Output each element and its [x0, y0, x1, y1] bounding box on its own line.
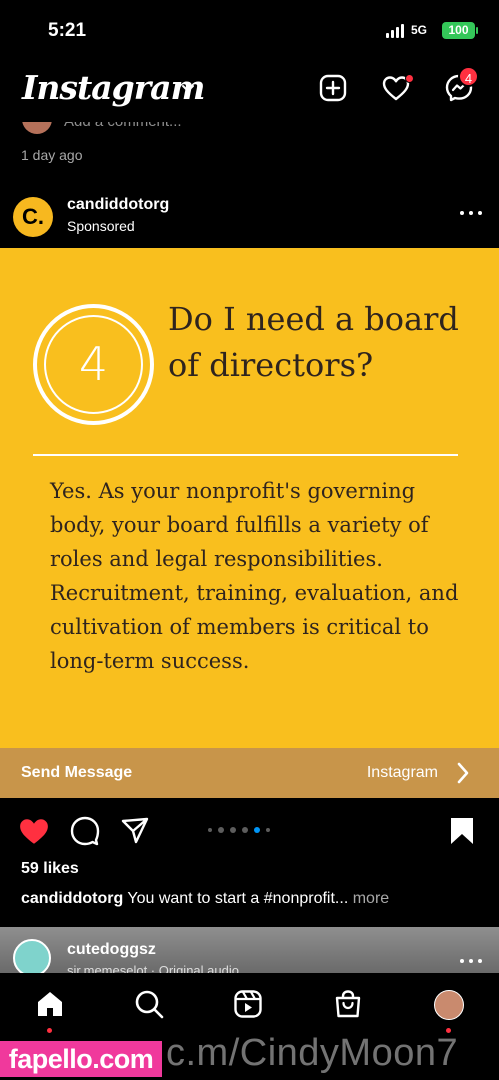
ad-question: Do I need a board of directors? [168, 300, 459, 384]
send-message-cta[interactable]: Send Message Instagram [0, 748, 499, 798]
caption-username[interactable]: candiddotorg [21, 890, 123, 907]
caption-text: You want to start a #nonprofit... [127, 890, 349, 907]
home-icon[interactable] [35, 989, 65, 1019]
post-caption: candiddotorg You want to start a #nonpro… [21, 890, 491, 908]
profile-avatar[interactable] [434, 990, 464, 1020]
likes-count[interactable]: 59 likes [21, 860, 79, 878]
search-icon[interactable] [134, 989, 164, 1019]
more-icon[interactable] [460, 211, 482, 217]
new-post-icon[interactable] [318, 73, 348, 103]
more-icon[interactable] [460, 959, 482, 965]
cta-destination: Instagram [366, 764, 438, 781]
home-active-dot [47, 1028, 52, 1033]
chevron-down-icon[interactable] [181, 84, 195, 94]
next-post-audio[interactable]: sir.memeselot · Original audio [67, 963, 239, 973]
caption-more-link[interactable]: more [353, 890, 389, 907]
share-icon[interactable] [120, 816, 150, 846]
chevron-right-icon [457, 762, 469, 784]
watermark-site: fapello.com [0, 1041, 162, 1077]
avatar [22, 122, 52, 134]
ad-image[interactable]: 4 Do I need a board of directors? Yes. A… [0, 248, 499, 748]
status-time: 5:21 [48, 20, 87, 41]
comment-icon[interactable] [70, 816, 100, 846]
next-post-header: cutedoggsz sir.memeselot · Original audi… [0, 927, 499, 973]
messenger-badge: 4 [458, 66, 479, 87]
network-label: 5G [411, 23, 428, 37]
battery-icon: 100 [442, 22, 475, 39]
next-post-username[interactable]: cutedoggsz [67, 941, 156, 959]
post-username[interactable]: candiddotorg [67, 196, 169, 214]
notification-dot [405, 74, 414, 83]
ad-answer: Yes. As your nonprofit's governing body,… [50, 479, 459, 673]
carousel-indicator [208, 827, 270, 833]
bookmark-icon[interactable] [449, 816, 475, 846]
previous-post-comment-row: Add a comment... [0, 122, 499, 136]
divider [33, 454, 458, 456]
reels-icon[interactable] [233, 989, 263, 1019]
watermark-handle: c.m/CindyMoon7 [166, 1032, 459, 1074]
like-button[interactable] [18, 816, 50, 846]
post-timestamp: 1 day ago [21, 147, 83, 163]
ad-number: 4 [44, 315, 143, 414]
shop-icon[interactable] [333, 989, 363, 1019]
sponsored-label: Sponsored [67, 218, 135, 234]
avatar[interactable] [13, 939, 51, 973]
status-bar: 5:21 5G 100 [0, 0, 499, 60]
post-action-row [0, 808, 499, 854]
battery-tip [476, 27, 478, 34]
instagram-logo[interactable]: Instagram [22, 68, 205, 107]
number-circle: 4 [33, 304, 154, 425]
post-header: C. candiddotorg Sponsored [0, 191, 499, 243]
comment-input[interactable]: Add a comment... [64, 122, 182, 130]
cta-label: Send Message [21, 764, 133, 781]
signal-icon [386, 24, 404, 38]
avatar[interactable]: C. [13, 197, 53, 237]
top-nav: Instagram 4 [0, 60, 499, 122]
